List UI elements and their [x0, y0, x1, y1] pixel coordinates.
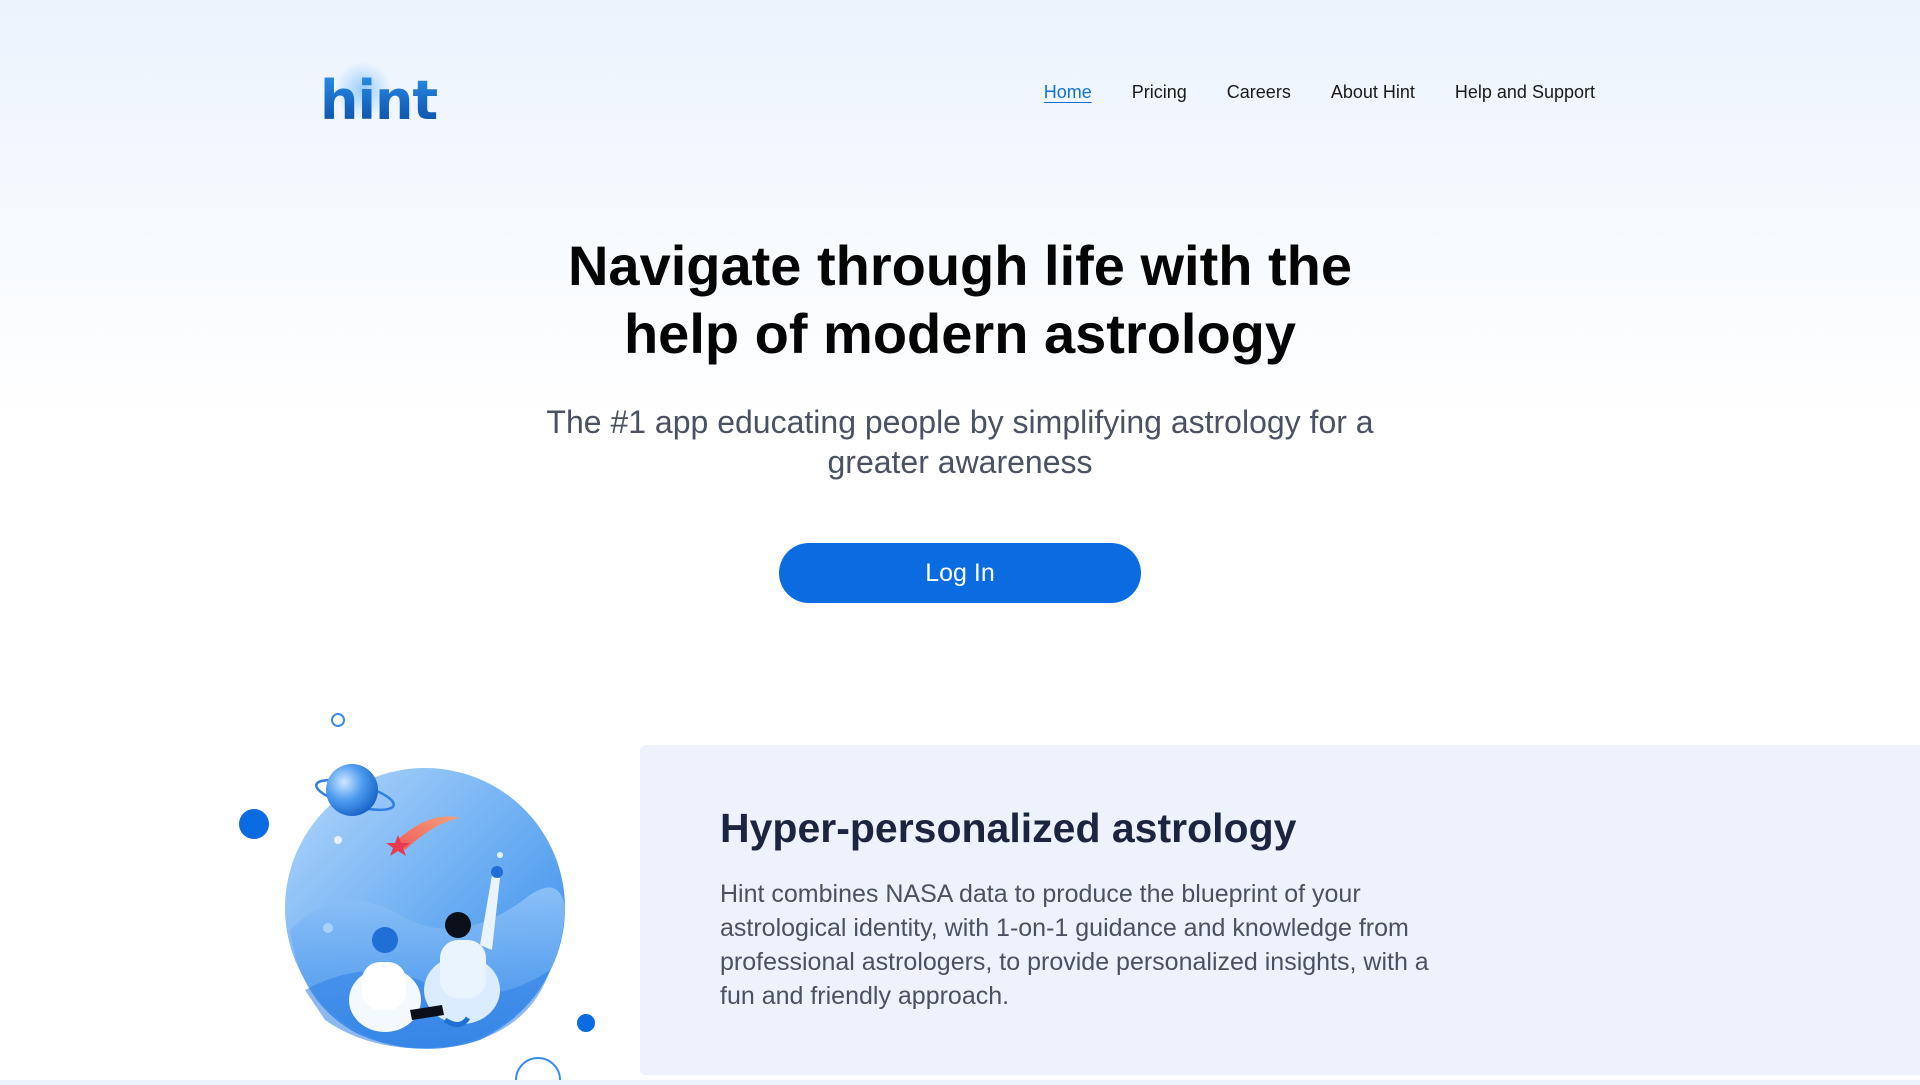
feature-title: Hyper-personalized astrology: [720, 805, 1297, 851]
nav-help-link[interactable]: Help and Support: [1455, 82, 1595, 103]
star-dot: [323, 923, 333, 933]
nav-home-link[interactable]: Home: [1044, 82, 1092, 103]
feature-description: Hint combines NASA data to produce the b…: [720, 880, 1429, 1010]
small-ring: [331, 713, 345, 727]
illustration-svg: [239, 713, 595, 1085]
star-dot: [334, 836, 342, 844]
hero-title: Navigate through life with the help of m…: [567, 234, 1353, 365]
planet: [326, 764, 378, 816]
decor-dot: [577, 1014, 595, 1032]
nav-about-link[interactable]: About Hint: [1331, 82, 1415, 103]
login-button[interactable]: Log In: [779, 543, 1141, 603]
hero-section: Navigate through life with the help of m…: [0, 232, 1920, 482]
bottom-ring: [515, 1057, 561, 1085]
astrology-illustration: [230, 700, 630, 1085]
nav-careers-link[interactable]: Careers: [1227, 82, 1291, 103]
main-nav: Home Pricing Careers About Hint Help and…: [1044, 82, 1595, 103]
feature-panel: Hyper-personalized astrology Hint combin…: [640, 745, 1920, 1075]
logo-text: hint: [320, 69, 438, 132]
decor-dot: [239, 809, 269, 839]
hint-logo[interactable]: hint: [320, 62, 440, 140]
nav-pricing-link[interactable]: Pricing: [1132, 82, 1187, 103]
star-dot: [497, 852, 503, 858]
hero-subtitle: The #1 app educating people by simplifyi…: [546, 404, 1374, 480]
